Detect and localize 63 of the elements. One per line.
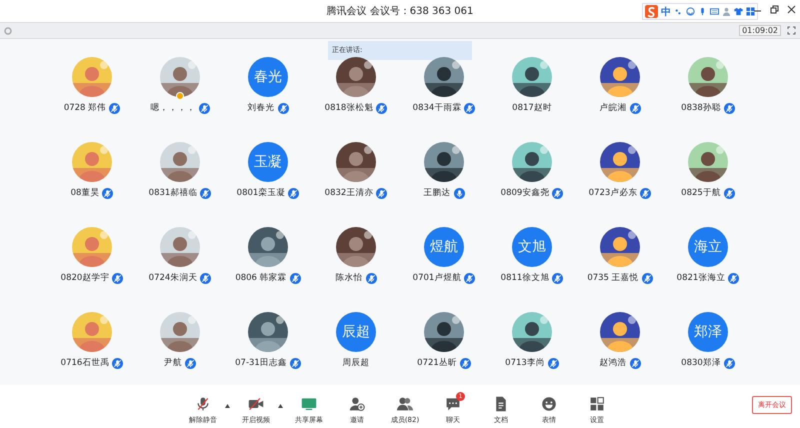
caret-icon[interactable] (278, 404, 283, 408)
participant-name: 0817赵时 (512, 102, 552, 114)
participant-name: 0728 郑伟 (64, 102, 106, 114)
participant-name: 0809安鑫尧 (500, 187, 550, 199)
monitor-icon (301, 396, 317, 412)
participant-name: 0821张海立 (676, 272, 726, 284)
smiley-icon (541, 396, 557, 412)
close-icon[interactable] (787, 5, 796, 14)
name-avatar: 海立 (688, 227, 728, 267)
participant-name: 0721丛昕 (417, 357, 457, 369)
participant-name: 0735 王嘉悦 (587, 272, 639, 284)
participant-name: 赵鸿浩 (600, 357, 626, 369)
participant-name: 尹航 (164, 357, 182, 369)
participant-name: 周辰超 (342, 357, 370, 369)
chat-icon (445, 396, 461, 412)
name-avatar: 玉凝 (248, 142, 288, 182)
name-avatar: 春光 (248, 57, 288, 97)
meeting-timer: 01:09:02 (739, 25, 781, 36)
fullscreen-icon[interactable] (787, 26, 796, 35)
restore-icon[interactable] (770, 5, 779, 14)
participant-name: 0716石世禹 (60, 357, 110, 369)
people-icon (397, 396, 413, 412)
video-off-icon (248, 396, 264, 412)
person-icon[interactable] (722, 7, 731, 16)
smiley-icon[interactable] (686, 7, 695, 16)
participant-name: 0818张松魁 (324, 102, 374, 114)
participant-name: 0830郑泽 (681, 357, 721, 369)
add-person-icon (349, 396, 365, 412)
name-avatar: 煜航 (424, 227, 464, 267)
window-title: 腾讯会议 会议号：638 363 061 (326, 4, 474, 18)
participant-name: 0724朱润天 (148, 272, 198, 284)
name-avatar: 郑泽 (688, 312, 728, 352)
participant-name: 07-31田志鑫 (235, 357, 287, 369)
name-avatar: 辰超 (336, 312, 376, 352)
participant-name: 嗯，，，， (150, 102, 196, 114)
participant-name: 0713李尚 (505, 357, 545, 369)
participant-name: 0832王清亦 (324, 187, 374, 199)
punctuation-icon[interactable] (674, 7, 683, 16)
participant-name: 0831郝禧临 (148, 187, 198, 199)
participant-name: 刘春光 (248, 102, 274, 114)
participant-name: 0811徐文旭 (500, 272, 550, 284)
name-avatar: 文旭 (512, 227, 552, 267)
keyboard-icon[interactable] (710, 7, 719, 16)
caret-icon[interactable] (225, 404, 230, 408)
participant-name: 0834干雨霖 (412, 102, 462, 114)
participant-name: 卢皖湘 (600, 102, 626, 114)
participant-name: 0825于航 (681, 187, 721, 199)
mic-icon[interactable] (698, 7, 707, 16)
toolbox-icon[interactable] (746, 7, 755, 16)
document-icon (493, 396, 509, 412)
participant-name: 王鹏达 (424, 187, 450, 199)
participant-name: 08董昊 (70, 187, 100, 199)
shirt-icon[interactable] (734, 7, 743, 16)
input-mode-label[interactable]: 中 (661, 4, 671, 18)
participant-name: 陈水怡 (336, 272, 362, 284)
participant-name: 0820赵学宇 (60, 272, 110, 284)
participant-name: 0806 韩家霖 (235, 272, 287, 284)
participant-name: 0801栾玉凝 (236, 187, 286, 199)
muted-mic-icon (195, 396, 211, 412)
participant-name: 0723卢必东 (588, 187, 638, 199)
participant-name: 0701卢煜航 (412, 272, 462, 284)
participant-name: 0838孙聪 (681, 102, 721, 114)
grid-icon (589, 396, 605, 412)
